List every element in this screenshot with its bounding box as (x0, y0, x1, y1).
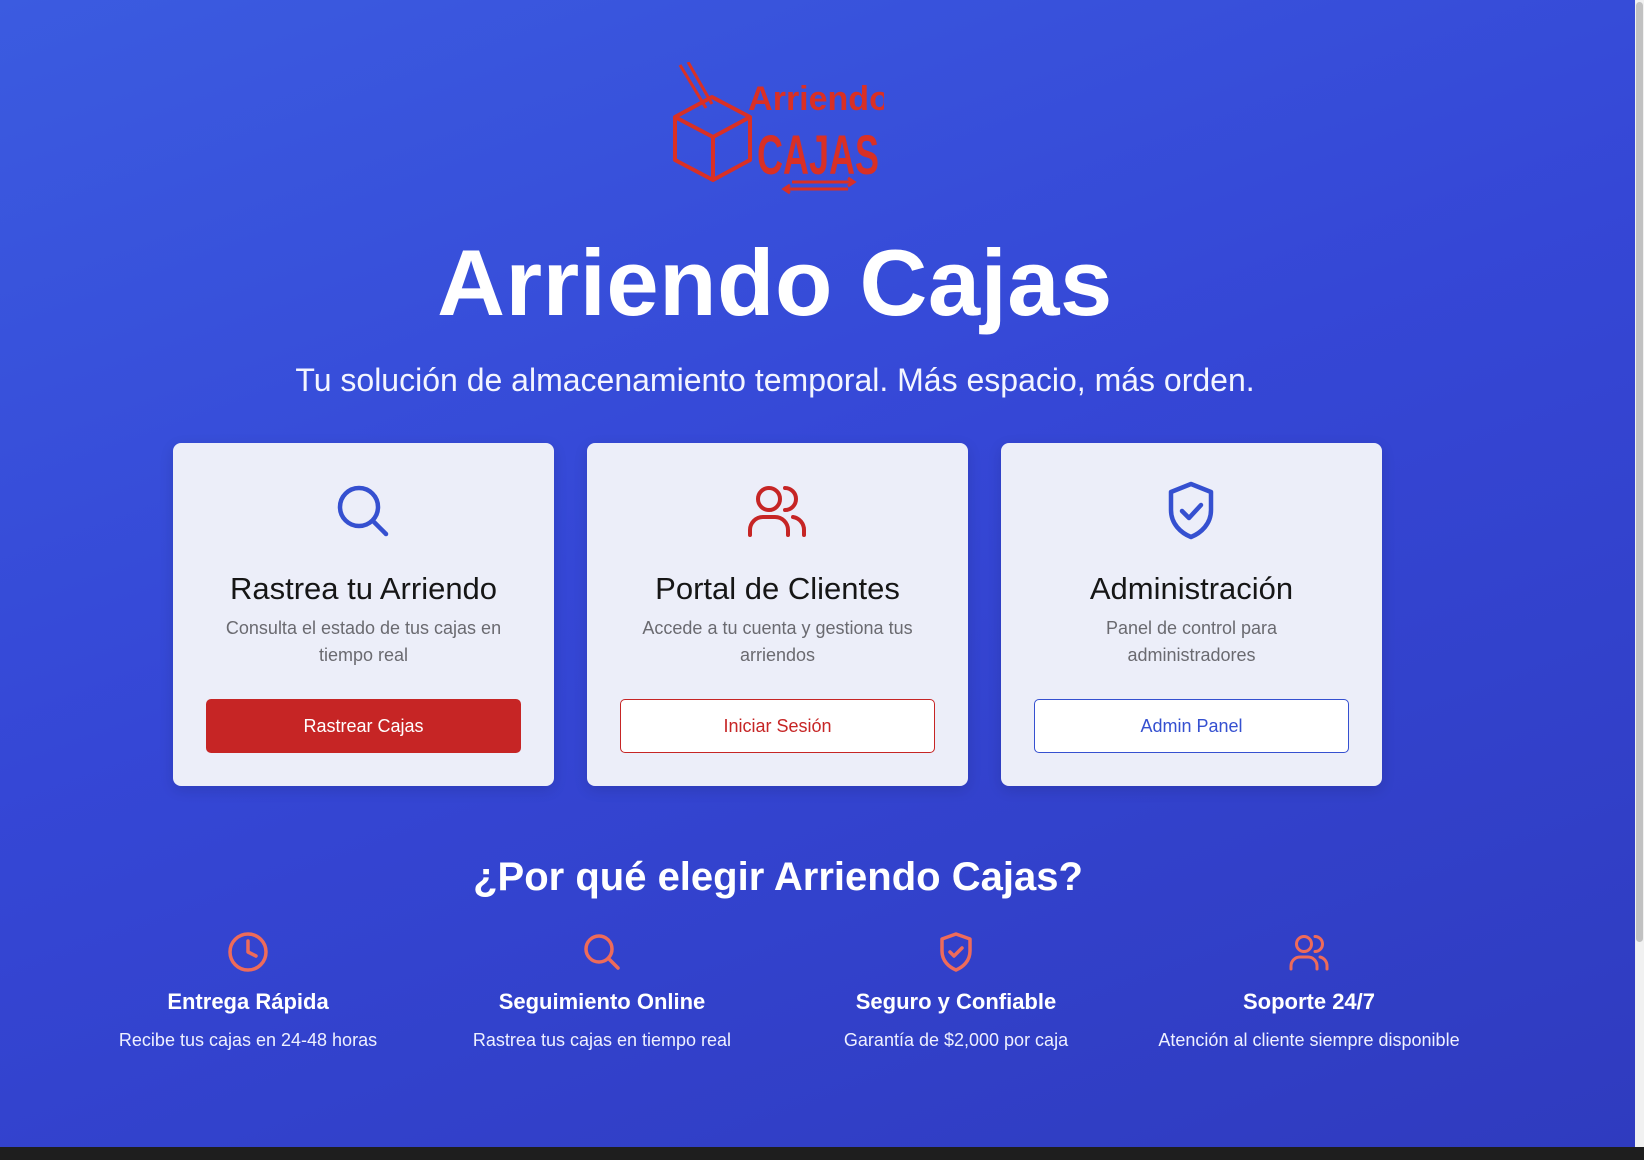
track-boxes-button[interactable]: Rastrear Cajas (206, 699, 521, 753)
card-description: Accede a tu cuenta y gestiona tus arrien… (642, 618, 913, 665)
feature-online-tracking: Seguimiento Online Rastrea tus cajas en … (442, 930, 762, 1052)
feature-title: Seguimiento Online (498, 989, 706, 1014)
why-section-title: ¿Por qué elegir Arriendo Cajas? (473, 855, 1083, 899)
logo-text-cajas: CAJAS (757, 123, 879, 186)
brand-logo[interactable]: Arriendo CAJAS (672, 61, 890, 198)
feature-title: Soporte 24/7 (1242, 989, 1376, 1014)
box-logo-icon: Arriendo CAJAS (673, 61, 890, 195)
feature-title: Entrega Rápida (167, 989, 329, 1014)
feature-title: Seguro y Confiable (855, 989, 1057, 1014)
card-title: Portal de Clientes (655, 571, 900, 606)
users-icon (1287, 930, 1331, 974)
card-title: Administración (1089, 571, 1294, 606)
login-button[interactable]: Iniciar Sesión (620, 699, 935, 753)
card-administration: Administración Panel de control para adm… (1001, 443, 1382, 786)
vertical-scrollbar[interactable] (1635, 0, 1644, 1147)
admin-panel-button[interactable]: Admin Panel (1034, 699, 1349, 753)
clock-icon (226, 930, 270, 974)
card-title: Rastrea tu Arriendo (229, 571, 498, 606)
action-cards: Rastrea tu Arriendo Consulta el estado d… (173, 443, 1383, 786)
landing-page: Arriendo CAJAS Arriendo Cajas Tu solució… (0, 0, 1635, 1147)
users-icon (745, 479, 809, 543)
search-icon (580, 930, 624, 974)
card-client-portal: Portal de Clientes Accede a tu cuenta y … (587, 443, 968, 786)
shield-check-icon (934, 930, 978, 974)
scrollbar-thumb[interactable] (1636, 2, 1643, 942)
feature-secure-reliable: Seguro y Confiable Garantía de $2,000 po… (796, 930, 1116, 1052)
taskbar-strip (0, 1147, 1644, 1160)
card-description: Consulta el estado de tus cajas en tiemp… (225, 618, 502, 665)
logo-text-arriendo: Arriendo (748, 80, 884, 118)
search-icon (331, 479, 395, 543)
feature-fast-delivery: Entrega Rápida Recibe tus cajas en 24-48… (88, 930, 408, 1052)
feature-description: Recibe tus cajas en 24-48 horas (118, 1030, 378, 1050)
shield-check-icon (1159, 479, 1223, 543)
feature-description: Atención al cliente siempre disponible (1158, 1030, 1460, 1050)
hero-subtitle: Tu solución de almacenamiento temporal. … (295, 362, 1255, 398)
feature-support-24-7: Soporte 24/7 Atención al cliente siempre… (1149, 930, 1469, 1052)
hero-title: Arriendo Cajas (437, 230, 1113, 335)
feature-description: Garantía de $2,000 por caja (843, 1030, 1069, 1050)
card-track-rental: Rastrea tu Arriendo Consulta el estado d… (173, 443, 554, 786)
feature-description: Rastrea tus cajas en tiempo real (472, 1030, 732, 1050)
card-description: Panel de control para administradores (1105, 618, 1278, 665)
